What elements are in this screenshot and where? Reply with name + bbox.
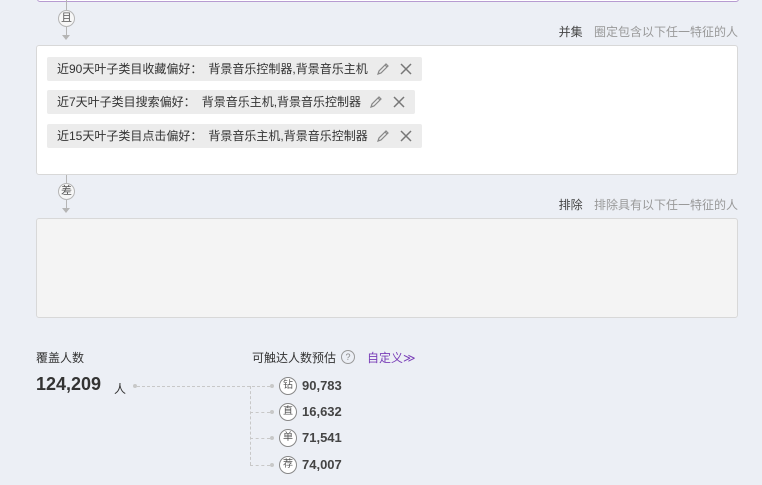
connector-dash	[250, 438, 270, 439]
connector-arrow	[62, 35, 70, 40]
connector-dash	[250, 465, 270, 466]
pencil-icon[interactable]	[375, 61, 391, 77]
connector-dot	[270, 463, 274, 467]
close-icon[interactable]	[391, 94, 407, 110]
intersect-operator: 且	[58, 10, 75, 27]
feature-tag: 近90天叶子类目收藏偏好： 背景音乐控制器,背景音乐主机	[47, 57, 422, 81]
previous-group-panel	[37, 0, 739, 2]
union-tag-panel: 近90天叶子类目收藏偏好： 背景音乐控制器,背景音乐主机 近7天叶子类目搜索偏好…	[36, 45, 738, 175]
channel-badge-zhi: 直	[279, 403, 297, 421]
feature-tag: 近7天叶子类目搜索偏好： 背景音乐主机,背景音乐控制器	[47, 90, 416, 114]
tag-key: 近90天叶子类目收藏偏好：	[57, 62, 203, 76]
custom-link[interactable]: 自定义≫	[367, 349, 416, 366]
pencil-icon[interactable]	[368, 94, 384, 110]
connector-dash	[250, 386, 251, 465]
coverage-label: 覆盖人数	[36, 351, 85, 365]
union-section-header: 并集 圈定包含以下任一特征的人	[559, 23, 738, 40]
connector-line	[66, 27, 67, 35]
connector-dot	[270, 410, 274, 414]
tag-key: 近7天叶子类目搜索偏好：	[57, 95, 196, 109]
exclude-section-header: 排除 排除具有以下任一特征的人	[559, 196, 738, 213]
feature-tag: 近15天叶子类目点击偏好： 背景音乐主机,背景音乐控制器	[47, 124, 422, 148]
coverage-value: 124,209	[36, 374, 102, 394]
connector-arrow	[62, 208, 70, 213]
tag-key: 近15天叶子类目点击偏好：	[57, 129, 203, 143]
channel-value: 16,632	[302, 404, 342, 419]
close-icon[interactable]	[398, 128, 414, 144]
tag-value: 背景音乐主机,背景音乐控制器	[201, 95, 362, 109]
channel-value: 71,541	[302, 430, 342, 445]
connector-dash	[250, 412, 270, 413]
exclude-description: 排除具有以下任一特征的人	[593, 198, 738, 212]
connector-dot	[270, 436, 274, 440]
union-label: 并集	[558, 25, 583, 39]
tag-value: 背景音乐主机,背景音乐控制器	[208, 129, 368, 143]
help-icon[interactable]: ?	[341, 350, 355, 364]
channel-value: 74,007	[302, 457, 342, 472]
union-description: 圈定包含以下任一特征的人	[593, 25, 738, 39]
close-icon[interactable]	[398, 61, 414, 77]
pencil-icon[interactable]	[375, 128, 391, 144]
channel-value: 90,783	[302, 378, 342, 393]
exclude-tag-panel[interactable]	[36, 218, 738, 318]
channel-badge-zuan: 钻	[279, 377, 297, 395]
difference-operator: 差	[58, 183, 75, 200]
channel-badge-jian: 荐	[279, 456, 297, 474]
tag-value: 背景音乐控制器,背景音乐主机	[208, 62, 368, 76]
reach-estimate-label: 可触达人数预估	[252, 351, 337, 365]
connector-dot	[270, 384, 274, 388]
coverage-unit: 人	[114, 382, 127, 396]
connector-line	[66, 200, 67, 208]
exclude-label: 排除	[558, 198, 583, 212]
channel-badge-dan: 单	[279, 429, 297, 447]
